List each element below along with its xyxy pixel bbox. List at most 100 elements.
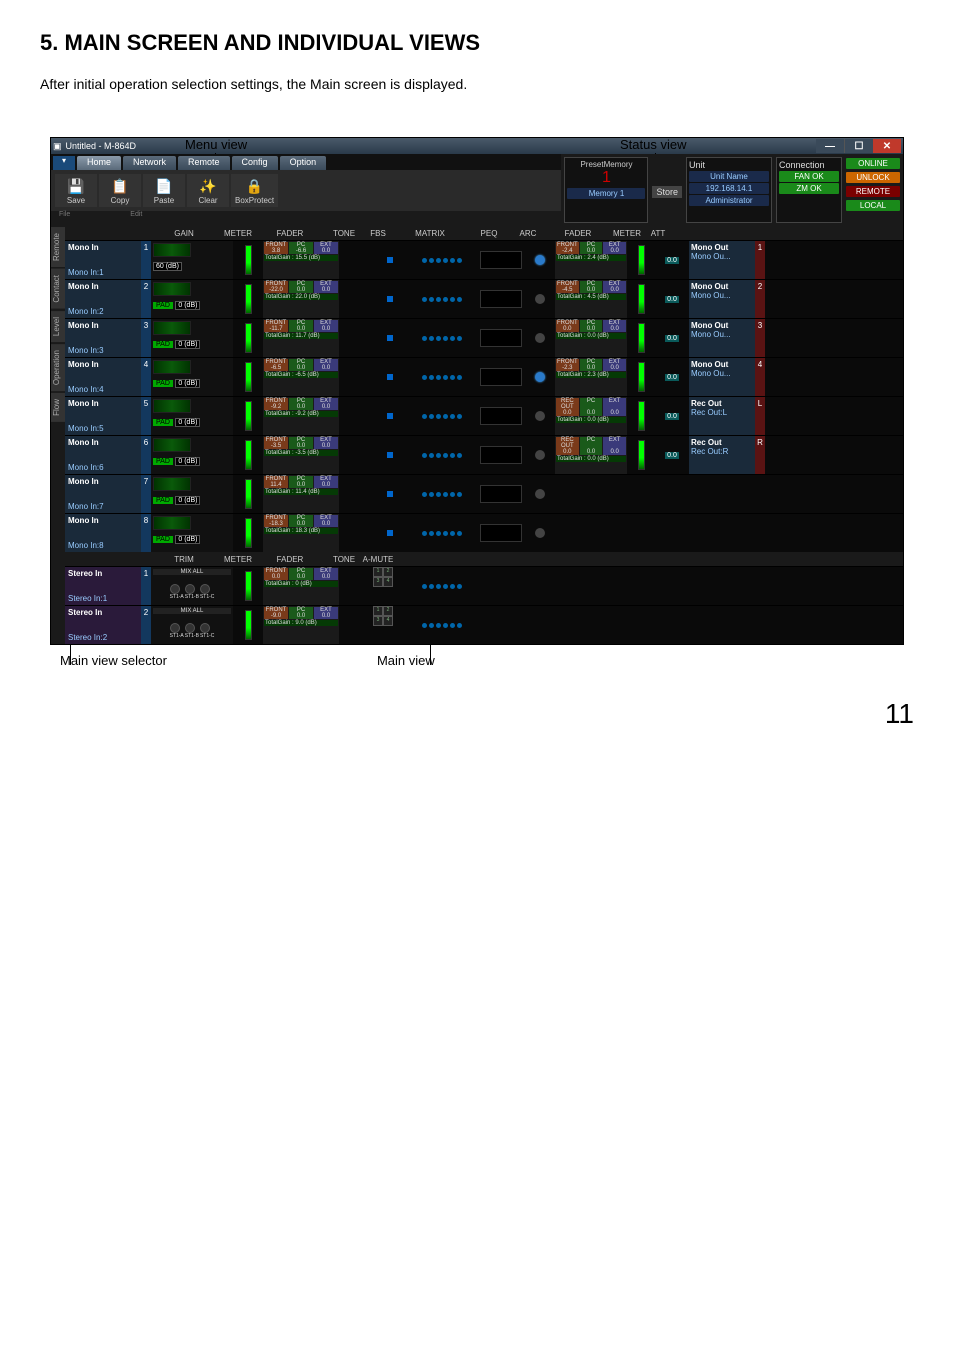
window-close-button[interactable]: ✕ bbox=[873, 139, 901, 153]
input-fader[interactable]: FRONTPCEXT 11.40.00.0 TotalGain : 11.4 (… bbox=[263, 475, 339, 513]
output-label[interactable]: Mono OutMono Ou... bbox=[689, 280, 755, 318]
tone-cell[interactable] bbox=[339, 358, 373, 396]
output-fader[interactable]: FRONTPCEXT -4.50.00.0 TotalGain : 4.5 (d… bbox=[555, 280, 627, 318]
channel-label[interactable]: Mono InMono In:4 bbox=[65, 358, 141, 396]
att-cell[interactable]: 0.0 bbox=[655, 280, 689, 318]
trim-knob[interactable] bbox=[170, 623, 180, 633]
output-fader[interactable]: REC OUTPCEXT 0.00.00.0 TotalGain : 0.0 (… bbox=[555, 397, 627, 435]
tab-remote[interactable]: Remote bbox=[178, 156, 230, 170]
matrix-cell[interactable] bbox=[407, 567, 477, 605]
arc-cell[interactable] bbox=[525, 241, 555, 279]
input-fader[interactable]: FRONTPCEXT -18.30.00.0 TotalGain : 18.3 … bbox=[263, 514, 339, 552]
channel-label[interactable]: Mono InMono In:7 bbox=[65, 475, 141, 513]
selector-contact[interactable]: Contact bbox=[51, 269, 65, 309]
matrix-cell[interactable] bbox=[407, 606, 477, 644]
fbs-cell[interactable] bbox=[373, 397, 407, 435]
peq-cell[interactable] bbox=[477, 358, 525, 396]
store-button[interactable]: Store bbox=[652, 186, 682, 198]
clear-button[interactable]: ✨Clear bbox=[187, 174, 229, 207]
matrix-cell[interactable] bbox=[407, 397, 477, 435]
trim-knob[interactable] bbox=[200, 623, 210, 633]
output-label[interactable]: Rec OutRec Out:L bbox=[689, 397, 755, 435]
tab-config[interactable]: Config bbox=[232, 156, 278, 170]
input-fader[interactable]: FRONTPCEXT -9.00.00.0 TotalGain : 9.0 (d… bbox=[263, 606, 339, 644]
window-minimize-button[interactable]: — bbox=[816, 139, 844, 153]
peq-cell[interactable] bbox=[477, 319, 525, 357]
amute-cell[interactable]: 1234 bbox=[373, 606, 407, 644]
output-label[interactable]: Mono OutMono Ou... bbox=[689, 358, 755, 396]
tone-cell[interactable] bbox=[339, 241, 373, 279]
input-fader[interactable]: FRONTPCEXT -22.00.00.0 TotalGain : 22.0 … bbox=[263, 280, 339, 318]
fbs-cell[interactable] bbox=[373, 280, 407, 318]
matrix-cell[interactable] bbox=[407, 436, 477, 474]
gain-cell[interactable]: PAD 0 (dB) bbox=[151, 358, 233, 396]
selector-flow[interactable]: Flow bbox=[51, 393, 65, 422]
peq-cell[interactable] bbox=[477, 436, 525, 474]
arc-cell[interactable] bbox=[525, 397, 555, 435]
tab-network[interactable]: Network bbox=[123, 156, 176, 170]
app-menu-dropdown[interactable]: ▾ bbox=[53, 156, 75, 170]
matrix-cell[interactable] bbox=[407, 514, 477, 552]
att-cell[interactable]: 0.0 bbox=[655, 436, 689, 474]
pad-button[interactable]: PAD bbox=[153, 458, 173, 465]
output-label[interactable]: Rec OutRec Out:R bbox=[689, 436, 755, 474]
att-cell[interactable]: 0.0 bbox=[655, 319, 689, 357]
pad-button[interactable]: PAD bbox=[153, 536, 173, 543]
gain-cell[interactable]: PAD 0 (dB) bbox=[151, 319, 233, 357]
window-maximize-button[interactable]: ☐ bbox=[844, 139, 873, 153]
tone-cell[interactable] bbox=[339, 319, 373, 357]
preset-memory-box[interactable]: PresetMemory 1 Memory 1 bbox=[564, 157, 648, 223]
paste-button[interactable]: 📄Paste bbox=[143, 174, 185, 207]
arc-cell[interactable] bbox=[525, 358, 555, 396]
fbs-cell[interactable] bbox=[373, 358, 407, 396]
fbs-cell[interactable] bbox=[373, 475, 407, 513]
input-fader[interactable]: FRONTPCEXT -9.20.00.0 TotalGain : -9.2 (… bbox=[263, 397, 339, 435]
selector-remote[interactable]: Remote bbox=[51, 227, 65, 267]
channel-label[interactable]: Stereo InStereo In:1 bbox=[65, 567, 141, 605]
gain-slider[interactable] bbox=[153, 360, 191, 374]
output-label[interactable]: Mono OutMono Ou... bbox=[689, 319, 755, 357]
tone-cell[interactable] bbox=[339, 436, 373, 474]
trim-cell[interactable]: MIX ALL ST1-AST1-BST1-C bbox=[151, 606, 233, 644]
fbs-cell[interactable] bbox=[373, 319, 407, 357]
trim-knob[interactable] bbox=[170, 584, 180, 594]
trim-knob[interactable] bbox=[200, 584, 210, 594]
output-label[interactable]: Mono OutMono Ou... bbox=[689, 241, 755, 279]
input-fader[interactable]: FRONTPCEXT -3.50.00.0 TotalGain : -3.5 (… bbox=[263, 436, 339, 474]
tone-cell[interactable] bbox=[339, 514, 373, 552]
channel-label[interactable]: Mono InMono In:8 bbox=[65, 514, 141, 552]
gain-slider[interactable] bbox=[153, 516, 191, 530]
gain-slider[interactable] bbox=[153, 243, 191, 257]
gain-cell[interactable]: PAD 0 (dB) bbox=[151, 280, 233, 318]
matrix-cell[interactable] bbox=[407, 241, 477, 279]
gain-slider[interactable] bbox=[153, 399, 191, 413]
arc-cell[interactable] bbox=[525, 319, 555, 357]
pad-button[interactable]: PAD bbox=[153, 380, 173, 387]
peq-cell[interactable] bbox=[477, 514, 525, 552]
trim-knob[interactable] bbox=[185, 584, 195, 594]
tab-option[interactable]: Option bbox=[280, 156, 327, 170]
gain-slider[interactable] bbox=[153, 438, 191, 452]
input-fader[interactable]: FRONTPCEXT 0.00.00.0 TotalGain : 0 (dB) bbox=[263, 567, 339, 605]
tab-home[interactable]: Home bbox=[77, 156, 121, 170]
gain-slider[interactable] bbox=[153, 282, 191, 296]
gain-cell[interactable]: PAD 0 (dB) bbox=[151, 397, 233, 435]
matrix-cell[interactable] bbox=[407, 358, 477, 396]
amute-cell[interactable]: 1234 bbox=[373, 567, 407, 605]
tone-cell[interactable] bbox=[339, 567, 373, 605]
arc-cell[interactable] bbox=[525, 475, 555, 513]
gain-cell[interactable]: 60 (dB) bbox=[151, 241, 233, 279]
att-cell[interactable]: 0.0 bbox=[655, 241, 689, 279]
gain-slider[interactable] bbox=[153, 477, 191, 491]
channel-label[interactable]: Stereo InStereo In:2 bbox=[65, 606, 141, 644]
copy-button[interactable]: 📋Copy bbox=[99, 174, 141, 207]
channel-label[interactable]: Mono InMono In:3 bbox=[65, 319, 141, 357]
gain-cell[interactable]: PAD 0 (dB) bbox=[151, 514, 233, 552]
pad-button[interactable]: PAD bbox=[153, 302, 173, 309]
matrix-cell[interactable] bbox=[407, 319, 477, 357]
arc-cell[interactable] bbox=[525, 280, 555, 318]
selector-level[interactable]: Level bbox=[51, 311, 65, 342]
fbs-cell[interactable] bbox=[373, 514, 407, 552]
fbs-cell[interactable] bbox=[373, 436, 407, 474]
output-fader[interactable]: FRONTPCEXT 0.00.00.0 TotalGain : 0.0 (dB… bbox=[555, 319, 627, 357]
